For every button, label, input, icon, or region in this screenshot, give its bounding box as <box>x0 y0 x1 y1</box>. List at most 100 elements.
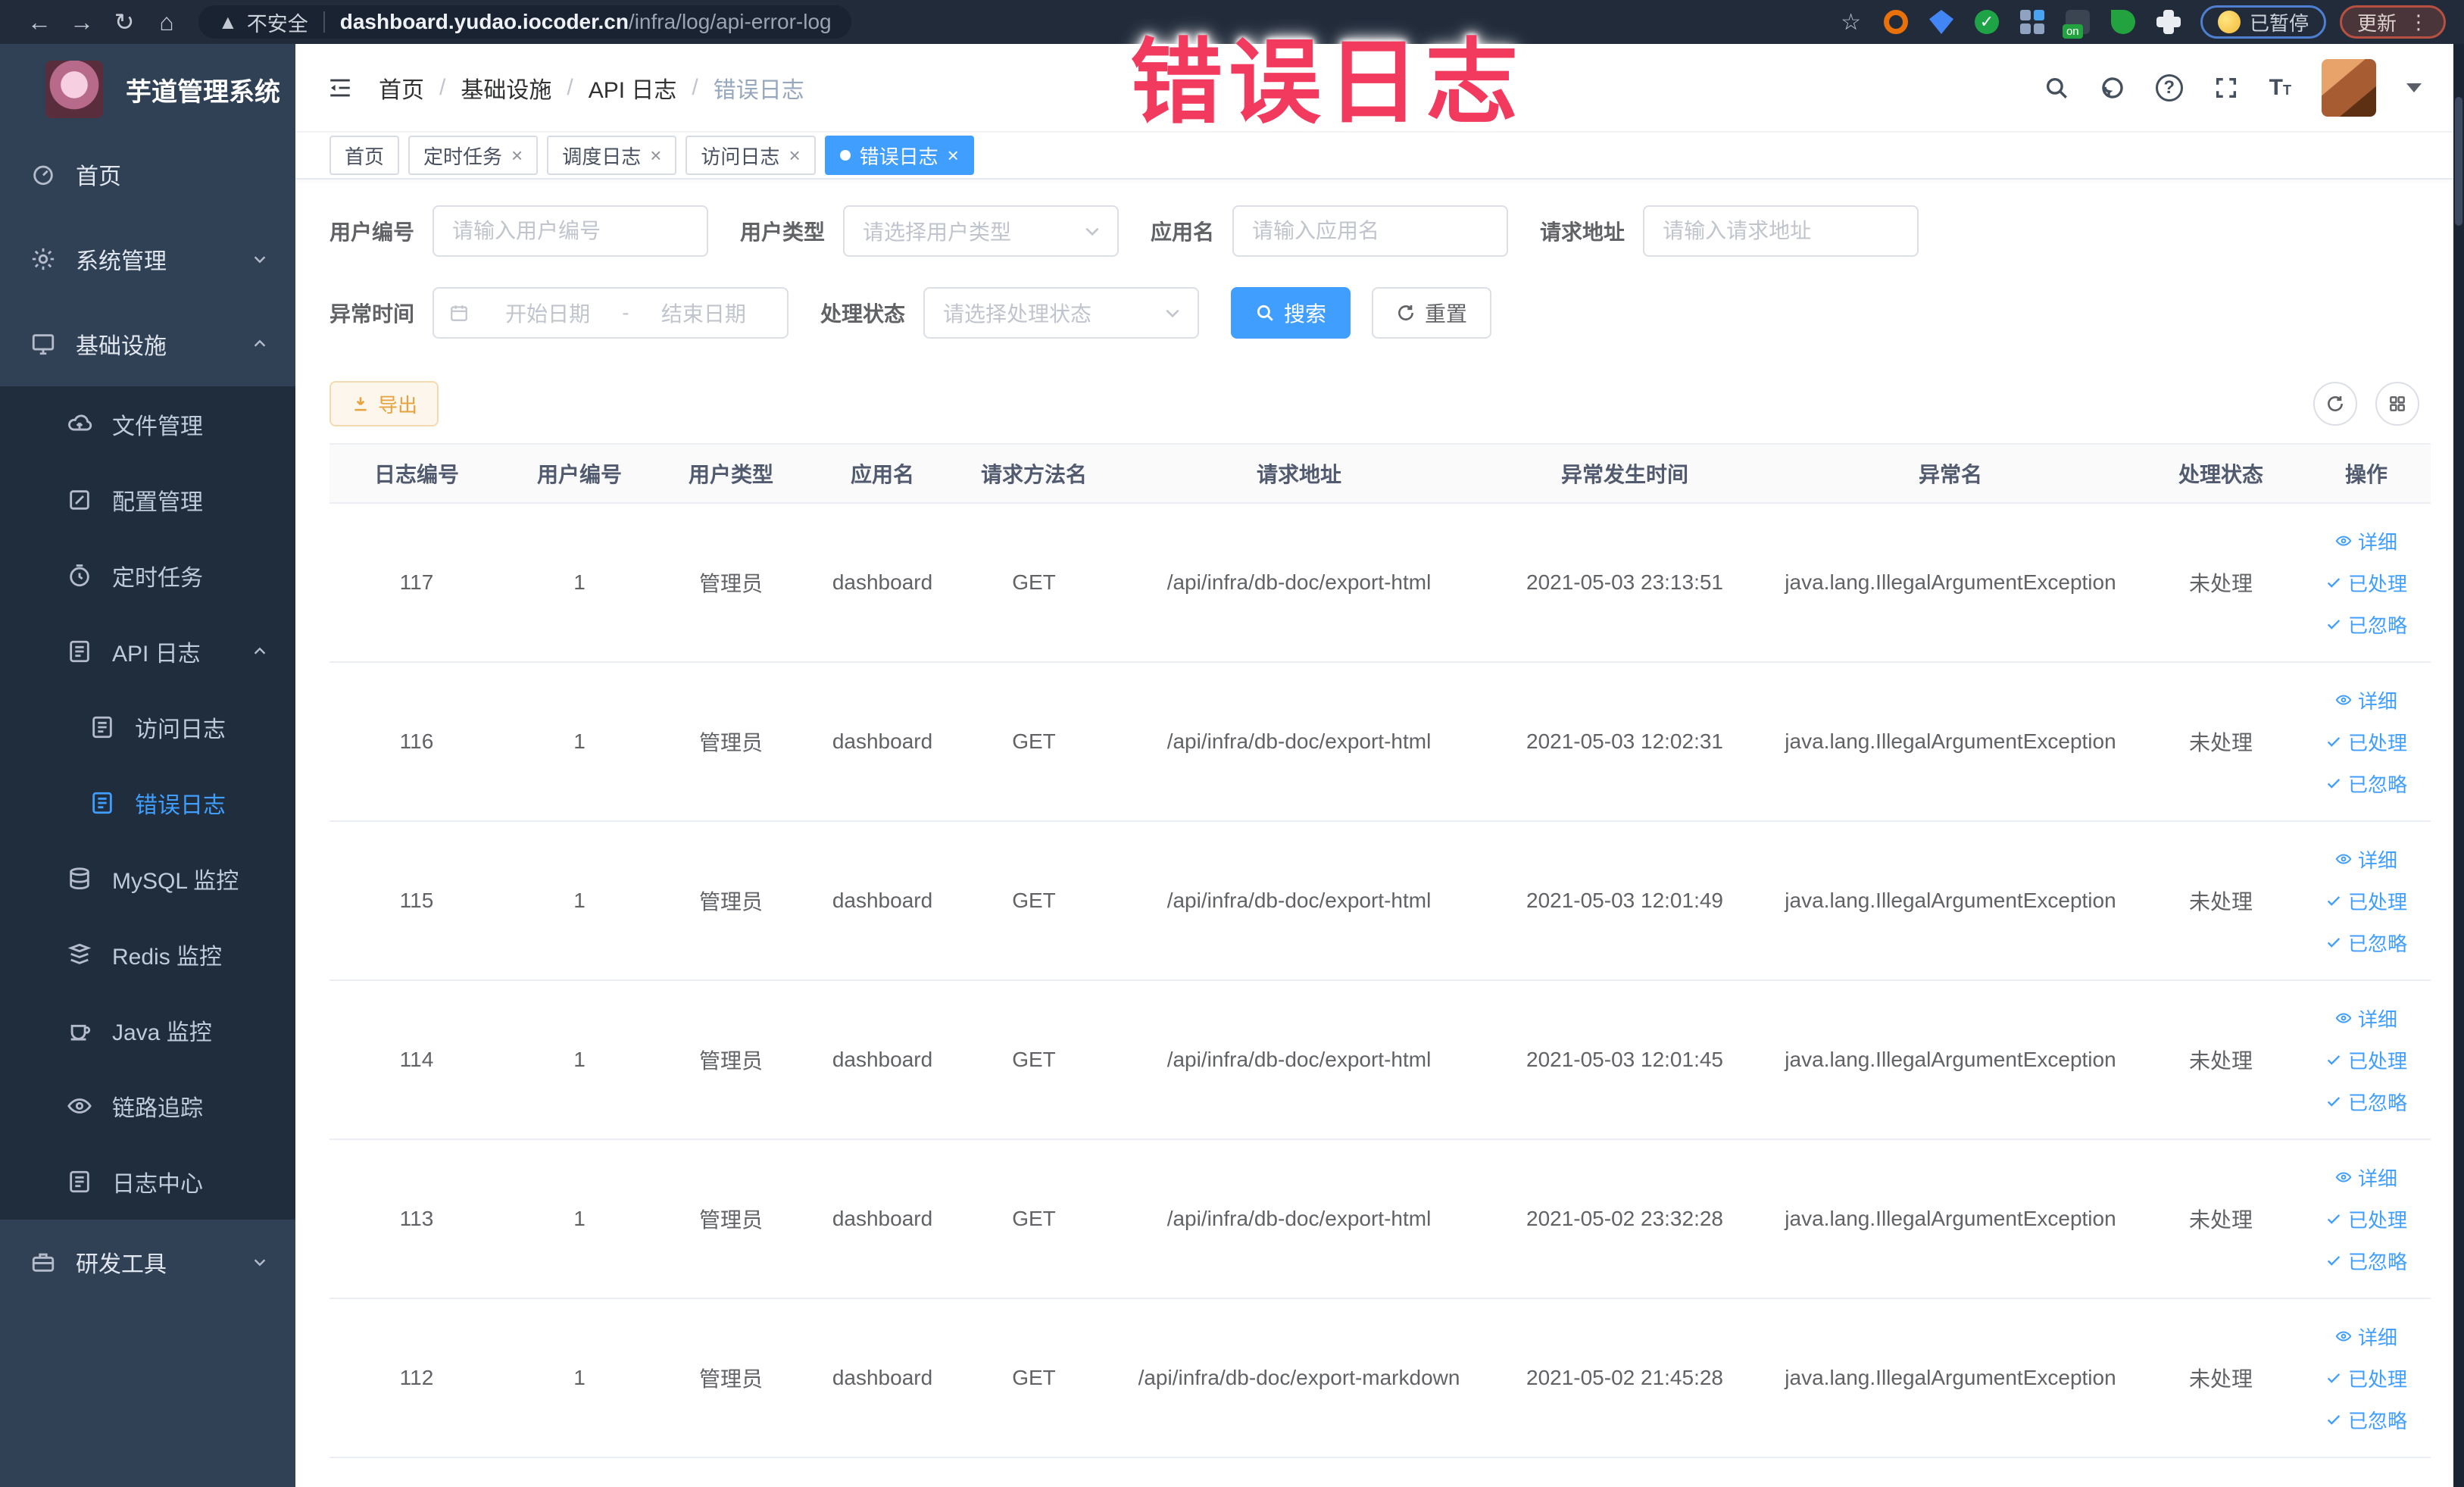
reload-icon[interactable]: ↻ <box>103 8 145 36</box>
redis-icon <box>67 943 92 964</box>
request-url-input[interactable] <box>1643 205 1919 257</box>
tab-schedule-log[interactable]: 调度日志 × <box>547 136 677 175</box>
browser-scrollbar-track[interactable] <box>2453 44 2464 1487</box>
tab-access-log[interactable]: 访问日志 × <box>685 136 816 175</box>
mark-ignored-link[interactable]: 已忽略 <box>2325 1406 2407 1434</box>
sidebar-item-infra[interactable]: 基础设施 <box>0 301 295 386</box>
help-icon[interactable]: ? <box>2155 73 2183 102</box>
export-button[interactable]: 导出 <box>329 381 439 426</box>
mark-processed-link[interactable]: 已处理 <box>2325 569 2407 597</box>
detail-link[interactable]: 详细 <box>2335 527 2397 555</box>
sidebar-item-error-log[interactable]: 错误日志 <box>0 765 295 841</box>
sidebar-fold-icon[interactable] <box>327 75 353 101</box>
sidebar-item-tracing[interactable]: 链路追踪 <box>0 1068 295 1144</box>
mark-ignored-link[interactable]: 已忽略 <box>2325 1088 2407 1116</box>
sidebar-item-label: 链路追踪 <box>112 1096 203 1121</box>
home-icon[interactable]: ⌂ <box>145 8 188 36</box>
back-icon[interactable]: ← <box>18 8 61 36</box>
column-header: 异常发生时间 <box>1488 443 1761 504</box>
process-status-select[interactable]: 请选择处理状态 <box>923 287 1200 339</box>
address-bar[interactable]: ▲ 不安全 dashboard.yudao.iocoder.cn /infra/… <box>198 5 851 39</box>
fullscreen-icon[interactable] <box>2213 75 2239 101</box>
mark-processed-link[interactable]: 已处理 <box>2325 1046 2407 1074</box>
tab-error-log[interactable]: 错误日志 × <box>824 136 974 175</box>
extension-grid-icon[interactable] <box>2019 10 2044 34</box>
mark-processed-link[interactable]: 已处理 <box>2325 728 2407 756</box>
font-size-icon[interactable]: TT <box>2269 76 2291 99</box>
user-id-input[interactable] <box>433 205 709 257</box>
extension-blue-kite-icon[interactable] <box>1928 10 1953 34</box>
search-button[interactable]: 搜索 <box>1231 287 1351 339</box>
extension-leaf-icon[interactable] <box>2110 10 2135 34</box>
breadcrumb-item[interactable]: 基础设施 <box>461 71 551 105</box>
scrollbar-thumb[interactable] <box>2455 97 2462 226</box>
sidebar-item-java-monitor[interactable]: Java 监控 <box>0 992 295 1068</box>
user-avatar[interactable] <box>2322 58 2376 117</box>
sidebar-item-access-log[interactable]: 访问日志 <box>0 689 295 765</box>
browser-update-pill[interactable]: 更新 ⋮ <box>2339 5 2446 39</box>
forward-icon[interactable]: → <box>61 8 103 36</box>
mark-ignored-link[interactable]: 已忽略 <box>2325 770 2407 798</box>
reset-button[interactable]: 重置 <box>1372 287 1492 339</box>
refresh-table-button[interactable] <box>2313 382 2357 426</box>
close-icon[interactable]: × <box>511 145 523 165</box>
search-icon[interactable] <box>2044 75 2069 101</box>
sidebar-item-redis-monitor[interactable]: Redis 监控 <box>0 917 295 992</box>
filter-label: 用户类型 <box>740 220 826 244</box>
detail-link[interactable]: 详细 <box>2335 686 2397 714</box>
mark-processed-link[interactable]: 已处理 <box>2325 1364 2407 1392</box>
extension-green-check-icon[interactable]: ✓ <box>1974 10 1999 34</box>
cell-exception-name: java.lang.IllegalArgumentException <box>1761 1139 2140 1299</box>
kebab-menu-icon[interactable]: ⋮ <box>2409 11 2428 34</box>
sidebar-item-log-center[interactable]: 日志中心 <box>0 1144 295 1220</box>
tab-home[interactable]: 首页 <box>329 136 400 175</box>
bookmark-star-icon[interactable]: ☆ <box>1841 9 1861 36</box>
cell-user-id: 1 <box>504 980 655 1140</box>
profile-paused-pill[interactable]: 已暂停 <box>2200 5 2326 39</box>
sidebar-item-api-log[interactable]: API 日志 <box>0 614 295 689</box>
user-type-select[interactable]: 请选择用户类型 <box>843 205 1120 257</box>
cell-user-id: 1 <box>504 821 655 981</box>
cell-user-type: 管理员 <box>655 1139 807 1299</box>
sidebar-item-file-manage[interactable]: 文件管理 <box>0 386 295 462</box>
date-range-picker[interactable]: 开始日期 - 结束日期 <box>433 287 789 339</box>
eye-icon <box>67 1098 92 1114</box>
mark-processed-link[interactable]: 已处理 <box>2325 1205 2407 1233</box>
sidebar-item-mysql-monitor[interactable]: MySQL 监控 <box>0 841 295 917</box>
extensions-puzzle-icon[interactable] <box>2156 10 2181 34</box>
breadcrumb-item[interactable]: 首页 <box>379 71 424 105</box>
detail-link[interactable]: 详细 <box>2335 1323 2397 1351</box>
table-row: 114 1 管理员 dashboard GET /api/infra/db-do… <box>329 980 2431 1140</box>
app-name-input[interactable] <box>1232 205 1509 257</box>
github-icon[interactable] <box>2100 75 2125 101</box>
column-settings-button[interactable] <box>2375 382 2419 426</box>
sidebar-item-home[interactable]: 首页 <box>0 132 295 217</box>
sidebar-item-config-manage[interactable]: 配置管理 <box>0 462 295 538</box>
mark-processed-link[interactable]: 已处理 <box>2325 887 2407 915</box>
cell-log-id: 113 <box>329 1139 504 1299</box>
cell-user-type: 管理员 <box>655 821 807 981</box>
mark-ignored-link[interactable]: 已忽略 <box>2325 611 2407 639</box>
cell-exception-name: java.lang.IllegalArgumentException <box>1761 503 2140 663</box>
detail-link[interactable]: 详细 <box>2335 1164 2397 1192</box>
tab-scheduled-jobs[interactable]: 定时任务 × <box>408 136 539 175</box>
detail-link[interactable]: 详细 <box>2335 1004 2397 1032</box>
sidebar-item-system[interactable]: 系统管理 <box>0 217 295 301</box>
extension-orange-icon[interactable] <box>1883 10 1908 34</box>
sidebar-item-dev-tools[interactable]: 研发工具 <box>0 1220 295 1304</box>
close-icon[interactable]: × <box>650 145 661 165</box>
mark-ignored-link[interactable]: 已忽略 <box>2325 929 2407 957</box>
filter-label: 处理状态 <box>820 302 906 326</box>
breadcrumb-item[interactable]: API 日志 <box>589 71 677 105</box>
mark-ignored-link[interactable]: 已忽略 <box>2325 1247 2407 1275</box>
cell-exception-name: java.lang.IllegalArgumentException <box>1761 821 2140 981</box>
log-doc-icon <box>70 640 89 663</box>
column-header: 用户编号 <box>504 443 655 504</box>
close-icon[interactable]: × <box>789 145 800 165</box>
eye-icon <box>2335 695 2352 705</box>
detail-link[interactable]: 详细 <box>2335 845 2397 873</box>
close-icon[interactable]: × <box>948 145 959 165</box>
sidebar-item-scheduled-jobs[interactable]: 定时任务 <box>0 538 295 614</box>
user-menu-caret-icon[interactable] <box>2406 83 2422 92</box>
extension-switch-icon[interactable]: on <box>2062 10 2090 39</box>
